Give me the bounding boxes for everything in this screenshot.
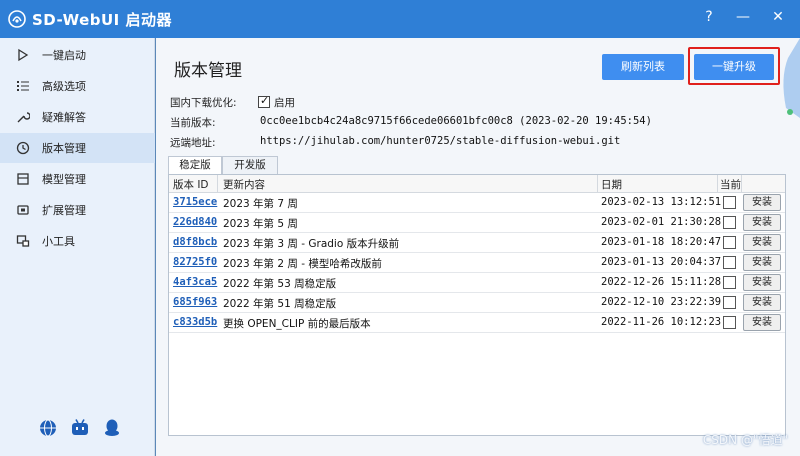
sidebar-item-label: 小工具 [42, 235, 75, 248]
mirror-label: 国内下载优化: [170, 97, 237, 109]
install-button[interactable]: 安装 [743, 274, 781, 291]
help-button[interactable]: ? [697, 6, 721, 28]
version-desc: 2023 年第 7 周 [223, 198, 298, 210]
version-date: 2022-11-26 10:12:23 [601, 316, 722, 328]
main-panel: 版本管理 刷新列表 一键升级 国内下载优化: ✓ 启用 当前版本: 0cc0ee… [156, 38, 800, 456]
table-row: d8f8bcb 2023 年第 3 周 - Gradio 版本升级前 2023-… [169, 233, 785, 253]
install-button[interactable]: 安装 [743, 234, 781, 251]
header-current: 当前 [720, 179, 741, 191]
tab-stable[interactable]: 稳定版 [168, 156, 222, 174]
title-bar: SD-WebUI 启动器 ? — ✕ [0, 0, 800, 38]
sidebar-item-label: 扩展管理 [42, 204, 86, 217]
version-date: 2022-12-26 15:11:28 [601, 276, 722, 288]
table-row: 82725f0 2023 年第 2 周 - 模型哈希改版前 2023-01-13… [169, 253, 785, 273]
table-row: c833d5b 更换 OPEN_CLIP 前的最后版本 2022-11-26 1… [169, 313, 785, 333]
version-id-link[interactable]: 4af3ca5 [173, 276, 217, 288]
install-button[interactable]: 安装 [743, 254, 781, 271]
current-checkbox[interactable] [723, 236, 736, 249]
toolbox-icon [16, 235, 30, 247]
current-version-value: 0cc0ee1bcb4c24a8c9715f66cede06601bfc00c8… [260, 115, 652, 127]
window-title: SD-WebUI 启动器 [32, 11, 172, 29]
sidebar-item-tools[interactable]: 小工具 [0, 226, 155, 256]
sidebar-item-launch[interactable]: 一键启动 [0, 40, 155, 70]
sidebar-item-version[interactable]: 版本管理 [0, 133, 155, 163]
version-id-link[interactable]: 685f963 [173, 296, 217, 308]
version-id-link[interactable]: 82725f0 [173, 256, 217, 268]
app-logo-icon [8, 10, 26, 28]
close-button[interactable]: ✕ [766, 6, 790, 28]
sidebar-item-advanced[interactable]: 高级选项 [0, 71, 155, 101]
version-table: 版本 ID 更新内容 日期 当前 3715ece 2023 年第 7 周 202… [168, 174, 786, 436]
list-icon [17, 81, 29, 91]
mascot-decoration [783, 38, 800, 118]
table-row: 4af3ca5 2022 年第 53 周稳定版 2022-12-26 15:11… [169, 273, 785, 293]
version-id-link[interactable]: c833d5b [173, 316, 217, 328]
version-id-link[interactable]: 3715ece [173, 196, 217, 208]
play-icon [18, 48, 29, 62]
install-button[interactable]: 安装 [743, 314, 781, 331]
current-checkbox[interactable] [723, 256, 736, 269]
cube-icon [17, 173, 29, 185]
bilibili-icon[interactable] [70, 418, 90, 438]
version-desc: 2023 年第 2 周 - 模型哈希改版前 [223, 258, 382, 270]
current-checkbox[interactable] [723, 216, 736, 229]
version-desc: 2022 年第 53 周稳定版 [223, 278, 337, 290]
install-button[interactable]: 安装 [743, 194, 781, 211]
version-desc: 2022 年第 51 周稳定版 [223, 298, 337, 310]
sidebar: 一键启动 高级选项 疑难解答 版本管理 模型管理 扩展管理 小工具 [0, 38, 155, 456]
version-id-link[interactable]: d8f8bcb [173, 236, 217, 248]
current-version-label: 当前版本: [170, 117, 216, 129]
header-content: 更新内容 [223, 179, 265, 191]
mirror-checkbox-label: 启用 [274, 97, 295, 109]
wrench-icon [17, 112, 30, 123]
refresh-list-button[interactable]: 刷新列表 [602, 54, 684, 80]
sidebar-item-label: 版本管理 [42, 142, 86, 155]
table-row: 3715ece 2023 年第 7 周 2023-02-13 13:12:51 … [169, 193, 785, 213]
sidebar-item-label: 高级选项 [42, 80, 86, 93]
table-header: 版本 ID 更新内容 日期 当前 [169, 175, 785, 193]
header-version-id: 版本 ID [173, 179, 209, 191]
header-date: 日期 [601, 179, 622, 191]
checkmark-icon: ✓ [260, 94, 270, 107]
tab-dev[interactable]: 开发版 [222, 156, 278, 174]
install-button[interactable]: 安装 [743, 214, 781, 231]
history-icon [16, 141, 30, 155]
mirror-checkbox[interactable]: ✓ [258, 94, 270, 108]
minimize-button[interactable]: — [731, 6, 755, 28]
puzzle-icon [17, 205, 29, 215]
sidebar-item-models[interactable]: 模型管理 [0, 164, 155, 194]
version-id-link[interactable]: 226d840 [173, 216, 217, 228]
remote-label: 远端地址: [170, 137, 216, 149]
sidebar-item-troubleshoot[interactable]: 疑难解答 [0, 102, 155, 132]
version-date: 2022-12-10 23:22:39 [601, 296, 722, 308]
version-date: 2023-02-13 13:12:51 [601, 196, 722, 208]
version-desc: 2023 年第 3 周 - Gradio 版本升级前 [223, 238, 400, 250]
version-desc: 更换 OPEN_CLIP 前的最后版本 [223, 318, 371, 330]
version-date: 2023-01-18 18:20:47 [601, 236, 722, 248]
version-date: 2023-02-01 21:30:28 [601, 216, 722, 228]
sidebar-item-label: 模型管理 [42, 173, 86, 186]
current-checkbox[interactable] [723, 296, 736, 309]
sidebar-item-label: 一键启动 [42, 49, 86, 62]
sidebar-bottom-icons [0, 418, 155, 442]
remote-value: https://jihulab.com/hunter0725/stable-di… [260, 135, 621, 147]
sidebar-item-extensions[interactable]: 扩展管理 [0, 195, 155, 225]
watermark: CSDN @"悟道" [702, 433, 788, 447]
table-row: 226d840 2023 年第 5 周 2023-02-01 21:30:28 … [169, 213, 785, 233]
sidebar-item-label: 疑难解答 [42, 111, 86, 124]
table-row: 685f963 2022 年第 51 周稳定版 2022-12-10 23:22… [169, 293, 785, 313]
install-button[interactable]: 安装 [743, 294, 781, 311]
upgrade-highlight-box [688, 47, 780, 85]
globe-icon[interactable] [38, 418, 58, 438]
qq-icon[interactable] [102, 418, 122, 438]
current-checkbox[interactable] [723, 196, 736, 209]
version-date: 2023-01-13 20:04:37 [601, 256, 722, 268]
current-checkbox[interactable] [723, 316, 736, 329]
version-desc: 2023 年第 5 周 [223, 218, 298, 230]
page-title: 版本管理 [174, 61, 242, 81]
current-checkbox[interactable] [723, 276, 736, 289]
